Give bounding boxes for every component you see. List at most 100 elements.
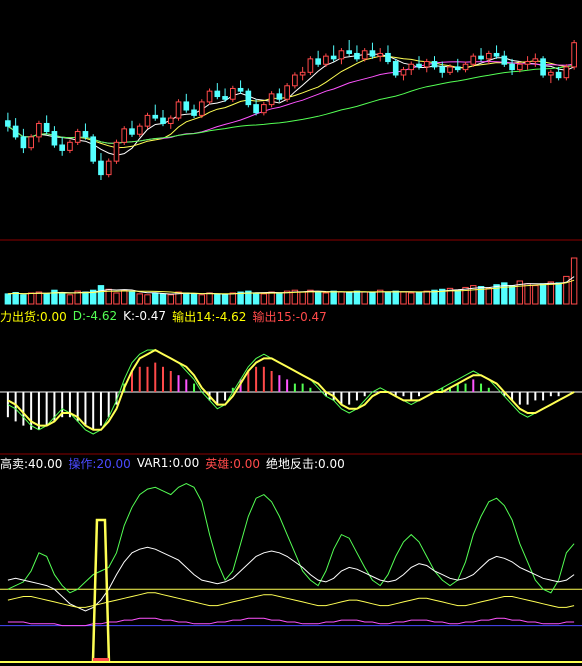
candle-body [509,63,515,71]
volume-bar [322,292,330,305]
volume-bar [190,293,198,305]
volume-bar [431,289,438,305]
candle-body [36,122,42,138]
candle-body [105,160,112,176]
candle-body [346,50,353,54]
volume-bar [338,291,345,305]
volume-bar [206,292,213,305]
candle-body [206,90,213,103]
candle-body [229,87,236,100]
volume-bar [392,290,399,305]
ma-line-10 [7,55,575,149]
candle-body [82,131,89,138]
price-panel [5,40,577,180]
indicator-line-2 [7,592,575,608]
indicator-line-0 [7,483,575,594]
volume-bar [314,291,322,305]
volume-panel [4,257,578,305]
volume-bar [330,290,337,305]
candle-body [385,52,391,63]
candle-body [175,101,182,119]
candle-body [284,85,290,100]
candle-body [90,136,97,162]
volume-bar [408,292,415,305]
candle-body [369,50,376,57]
candle-body [361,50,368,60]
candle-body [462,63,469,71]
indicator-line-1 [7,546,575,612]
candle-body [516,63,523,71]
volume-bar [260,293,268,305]
volume-bar [43,293,50,305]
volume-bar [97,285,105,305]
candle-body [540,58,546,76]
candle-body [548,71,554,76]
candle-body [330,55,337,60]
volume-bar [539,283,547,305]
volume-bar [4,293,12,305]
indicator-row-1: 力出货:0.00 D:-4.62 K:-0.47 输出14:-4.62 输出15… [0,308,327,324]
volume-bar [353,290,361,305]
indicator-label: 高卖:40.00 [0,456,63,471]
candle-body [191,109,197,116]
volume-bar [12,292,19,305]
volume-bar [485,287,493,305]
indicator-label: D:-4.62 [72,309,118,323]
candle-body [400,69,407,76]
candle-body [268,93,275,106]
candle-body [563,66,570,79]
candle-body [307,58,314,73]
volume-bar [555,282,562,305]
candle-body [20,136,27,149]
indicator-label: 输出15:-0.47 [252,309,327,324]
candle-body [323,55,329,65]
candle-body [299,71,306,76]
candle-body [183,101,190,111]
volume-bar [82,291,89,305]
candle-body [447,66,453,73]
volume-bar [214,293,221,305]
candle-body [354,52,360,60]
volume-bar [58,292,66,305]
candle-body [493,52,500,57]
volume-bar [144,294,151,305]
candle-body [67,141,73,151]
candle-body [113,141,120,162]
candle-body [276,93,283,100]
volume-bar [66,294,74,305]
candle-body [392,61,399,76]
candle-body [292,74,298,87]
candle-body [5,120,11,127]
candle-body [253,104,259,114]
bottom-indicator-panel [0,483,582,663]
candle-body [555,71,562,79]
candle-body [198,101,205,116]
indicator-label: 操作:20.00 [68,456,131,471]
volume-bar [152,292,159,305]
candle-body [416,63,422,68]
volume-bar [198,294,206,305]
volume-bar [299,291,306,305]
candle-body [12,125,19,138]
volume-bar [547,281,555,305]
volume-bar [121,289,128,305]
indicator-label: 力出货:0.00 [0,309,67,324]
indicator-label: VAR1:0.00 [136,456,200,470]
volume-bar [508,285,516,305]
candle-body [485,52,492,60]
candle-body [222,96,228,100]
oscillator-panel [0,348,582,435]
volume-bar [400,291,407,305]
volume-bar [167,294,174,305]
volume-bar [415,291,423,305]
volume-bar [268,291,275,305]
spike-signal [91,518,111,663]
candle-body [377,52,384,57]
volume-bar [361,291,368,305]
candle-body [214,90,221,98]
candle-body [571,42,577,68]
candle-body [121,128,128,143]
candle-body [261,104,267,114]
volume-bar [113,292,120,305]
volume-bar [128,291,136,305]
